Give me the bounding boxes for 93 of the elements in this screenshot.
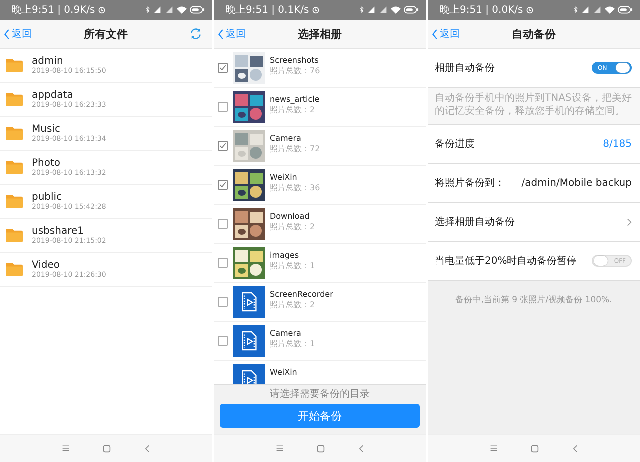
checkbox[interactable] (218, 258, 228, 268)
description-text: 自动备份手机中的照片到TNAS设备，把美好的记忆安全备份，释放您手机的存储空间。 (428, 88, 640, 125)
battery-icon (404, 6, 419, 14)
album-item[interactable]: Screenshots 照片总数：76 (214, 49, 426, 88)
screen-title: 所有文件 (84, 26, 128, 42)
video-file-icon (240, 292, 258, 312)
back-icon[interactable] (145, 444, 150, 452)
menu-icon[interactable] (276, 445, 284, 452)
backup-status-text: 备份中,当前第 9 张照片/视频备份 100%. (454, 294, 614, 308)
photo-count: 照片总数：2 (270, 223, 316, 233)
checkbox[interactable] (218, 102, 228, 112)
status-time: 晚上9:51 | 0.1K/s (226, 4, 310, 17)
home-icon[interactable] (317, 444, 326, 452)
bluetooth-icon (360, 6, 364, 14)
refresh-icon[interactable] (190, 28, 202, 40)
folder-name: Music (32, 124, 62, 135)
album-item[interactable]: news_article 照片总数：2 (214, 88, 426, 127)
photo-count: 照片总数：76 (270, 67, 320, 77)
setting-label: 备份进度 (435, 138, 475, 151)
alarm-icon (312, 6, 320, 14)
folder-name: usbshare1 (32, 226, 85, 237)
album-name: Download (270, 211, 311, 222)
album-item[interactable]: Camera 照片总数：72 (214, 127, 426, 166)
setting-value: 8/185 (603, 138, 632, 150)
album-item[interactable]: WeiXin 照片总数：36 (214, 166, 426, 205)
video-file-icon (240, 331, 258, 351)
album-name: WeiXin (270, 367, 298, 378)
alarm-icon (98, 6, 106, 14)
album-item[interactable]: Camera 照片总数：1 (214, 322, 426, 361)
menu-icon[interactable] (490, 445, 498, 452)
screen-title: 自动备份 (512, 26, 556, 42)
home-icon[interactable] (531, 444, 540, 452)
wifi-icon (391, 6, 401, 14)
folder-name: appdata (32, 90, 74, 101)
album-name: Screenshots (270, 55, 320, 66)
checkbox[interactable] (218, 297, 228, 307)
alarm-icon (526, 6, 534, 14)
video-file-icon (240, 370, 258, 384)
setting-label: 相册自动备份 (435, 62, 495, 75)
setting-label: 将照片备份到： (435, 176, 505, 190)
photo-count: 照片总数：72 (270, 145, 320, 155)
chevron-icon (432, 28, 438, 40)
folder-name: Photo (32, 158, 62, 169)
album-name: images (270, 250, 300, 261)
folder-icon (5, 126, 24, 141)
battery-icon (618, 6, 633, 14)
bluetooth-icon (146, 6, 150, 14)
setting-label: 当电量低于20%时自动备份暂停 (435, 254, 578, 268)
photo-count: 照片总数：36 (270, 184, 320, 194)
album-item[interactable]: images 照片总数：1 (214, 244, 426, 283)
photo-count: 照片总数：1 (270, 340, 316, 350)
folder-icon (5, 92, 24, 107)
setting-value: /admin/Mobile backup (522, 178, 632, 188)
album-item[interactable]: Download 照片总数：2 (214, 205, 426, 244)
album-name: Camera (270, 328, 302, 339)
settings-row[interactable]: 选择相册自动备份 (428, 203, 640, 242)
checkbox[interactable] (218, 336, 228, 346)
status-time: 晚上9:51 | 0.0K/s (440, 4, 524, 17)
album-name: news_article (270, 94, 321, 105)
chevron-icon (627, 218, 632, 226)
battery-icon (190, 6, 205, 14)
checkbox[interactable] (218, 219, 228, 229)
wifi-icon (605, 6, 615, 14)
album-name: ScreenRecorder (270, 289, 334, 300)
folder-name: admin (32, 56, 64, 67)
folder-icon (5, 194, 24, 209)
folder-icon (5, 262, 24, 277)
back-icon[interactable] (359, 444, 364, 452)
folder-name: Video (32, 260, 62, 271)
setting-label: 选择相册自动备份 (435, 216, 515, 229)
checkbox[interactable] (218, 63, 228, 73)
bluetooth-icon (574, 6, 578, 14)
hint-text: 请选择需要备份的目录 (270, 388, 370, 401)
folder-icon (5, 58, 24, 73)
wifi-icon (177, 6, 187, 14)
photo-count: 照片总数：2 (270, 301, 316, 311)
photo-count: 照片总数：1 (270, 262, 316, 272)
album-item[interactable]: ScreenRecorder 照片总数：2 (214, 283, 426, 322)
album-name: WeiXin (270, 172, 298, 183)
checkbox[interactable] (218, 141, 228, 151)
status-time: 晚上9:51 | 0.9K/s (12, 4, 96, 17)
folder-icon (5, 160, 24, 175)
album-name: Camera (270, 133, 302, 144)
checkbox[interactable] (218, 180, 228, 190)
photo-count: 照片总数：2 (270, 106, 316, 116)
screen-title: 选择相册 (298, 26, 342, 42)
back-icon[interactable] (573, 444, 578, 452)
chevron-icon (218, 28, 224, 40)
home-icon[interactable] (103, 444, 112, 452)
menu-icon[interactable] (62, 445, 70, 452)
chevron-icon (4, 28, 10, 40)
folder-name: public (32, 192, 64, 203)
folder-icon (5, 228, 24, 243)
